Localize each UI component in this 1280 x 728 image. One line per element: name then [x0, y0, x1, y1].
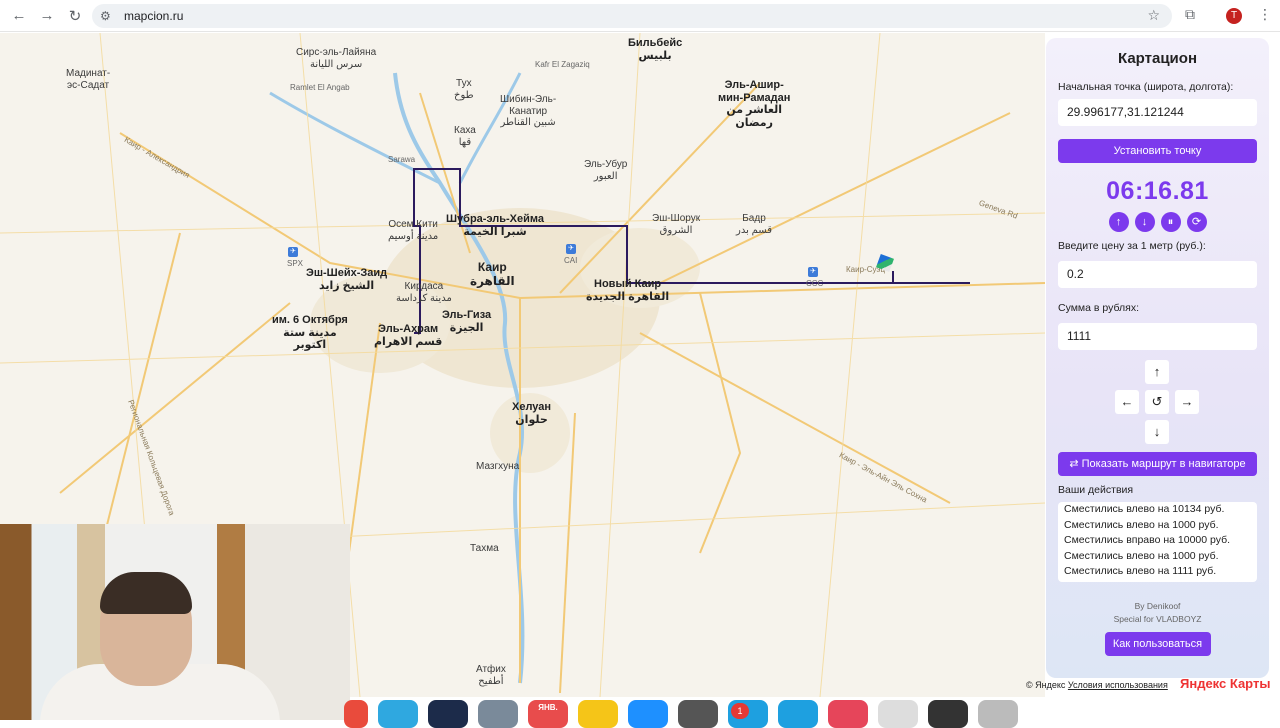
dock-app-icon[interactable] — [628, 700, 668, 728]
city-label-ubur: Эль-Убур العبور — [584, 159, 628, 182]
dock-app-icon[interactable] — [344, 700, 368, 728]
extensions-icon[interactable]: ⧉ — [1185, 6, 1195, 23]
move-down-button[interactable]: ↓ — [1145, 420, 1169, 444]
pause-icon[interactable]: ⏸ — [1160, 212, 1181, 232]
move-right-button[interactable]: → — [1175, 390, 1199, 414]
start-point-input[interactable]: 29.996177,31.121244 — [1058, 99, 1257, 126]
city-label-tahma: Тахма — [470, 543, 499, 554]
credit-author: By Denikoof — [1134, 601, 1181, 611]
city-label-helwan: Хелуан حلوان — [512, 401, 552, 426]
actions-label: Ваши действия — [1058, 484, 1134, 496]
notification-badge: 1 — [731, 703, 749, 719]
city-label-mazghuna: Мазгхуна — [476, 461, 520, 472]
back-icon[interactable]: ← — [6, 3, 32, 29]
city-label-sheikh: Эш-Шейх-Заид الشيخ زايد — [306, 267, 388, 292]
city-label-madinat: Мадинат-эс-Садат — [66, 68, 111, 91]
action-item: Сместились вправо на 10000 руб. — [1064, 534, 1231, 547]
city-label-cairo: Каир القاهرة — [470, 260, 515, 288]
city-label-october: им. 6 Октября مدينة ستة اكتوبر — [272, 314, 348, 352]
action-item: Сместились влево на 1000 руб. — [1064, 518, 1219, 531]
dock-app-icon[interactable] — [378, 700, 418, 728]
webcam-person-hair — [100, 572, 192, 614]
city-label-badr: Бадр قسم بدر — [736, 213, 772, 236]
browser-toolbar: ← → ↻ ⚙ mapcion.ru ☆ ⧉ T ⋮ — [0, 0, 1280, 32]
terms-link[interactable]: Условия использования — [1068, 680, 1168, 690]
sum-label: Сумма в рублях: — [1058, 302, 1140, 314]
arrow-up-circle-icon[interactable]: ↑ — [1108, 212, 1129, 232]
city-label-bilbeis: Бильбейс بلبيس — [628, 37, 683, 62]
city-label-shorouk: Эш-Шорук الشروق — [652, 213, 701, 236]
dock-app-icon[interactable] — [878, 700, 918, 728]
city-label-kirdasa: Кирдаса مدينة كرداسة — [396, 281, 452, 304]
move-left-button[interactable]: ← — [1115, 390, 1139, 414]
action-item: Сместились влево на 1000 руб. — [1064, 549, 1219, 562]
route-icon: ⇄ — [1069, 458, 1082, 470]
label-ramlet: Ramlet El Angab — [290, 83, 350, 92]
webcam-overlay — [0, 524, 350, 720]
city-label-shibin: Шибин-Эль- Канатир شبين القناطر — [500, 94, 557, 128]
sum-input[interactable]: 1111 — [1058, 323, 1257, 350]
dock-app-icon[interactable] — [928, 700, 968, 728]
city-label-ahram: Эль-Ахрам قسم الاهرام — [374, 323, 443, 348]
move-up-button[interactable]: ↑ — [1145, 360, 1169, 384]
airport-icon-ccc: ✈ — [808, 267, 818, 277]
reload-icon[interactable]: ↻ — [62, 3, 88, 29]
forward-icon[interactable]: → — [34, 3, 60, 29]
direction-pad: ↑ ← ↺ → ↓ — [1058, 360, 1257, 452]
arrow-down-circle-icon[interactable]: ↓ — [1134, 212, 1155, 232]
menu-more-icon[interactable]: ⋮ — [1258, 6, 1272, 23]
reset-position-button[interactable]: ↺ — [1145, 390, 1169, 414]
airport-label-ccc: CCC — [806, 279, 824, 288]
dock: ЯНВ. — [340, 700, 1120, 728]
action-item: Сместились влево на 1111 руб. — [1064, 565, 1217, 578]
city-label-atfih: Атфих أطفيح — [476, 664, 506, 687]
timer-display: 06:16.81 — [1106, 177, 1209, 205]
city-label-ashir: Эль-Ашир-мин-Рамадан العاشر من رمضان — [718, 79, 791, 129]
price-input[interactable]: 0.2 — [1058, 261, 1257, 288]
timer-controls: ↑ ↓ ⏸ ⟳ — [1058, 212, 1257, 232]
start-point-label: Начальная точка (широта, долгота): — [1058, 81, 1234, 93]
dock-app-icon[interactable] — [428, 700, 468, 728]
show-route-navigator-button[interactable]: ⇄ Показать маршрут в навигаторе — [1058, 452, 1257, 476]
dock-app-icon[interactable] — [678, 700, 718, 728]
label-sarawa: Sarawa — [388, 155, 416, 164]
action-item: Сместились влево на 10134 руб. — [1064, 503, 1225, 515]
control-panel: Картацион Начальная точка (широта, долго… — [1046, 38, 1269, 678]
city-label-osem: Осем Кити مدينة أوسيم — [388, 219, 439, 242]
trash-icon[interactable] — [978, 700, 1018, 728]
actions-log[interactable]: Сместились влево на 10134 руб. Сместилис… — [1058, 502, 1257, 582]
city-label-sirs: Сирс-эль-Лайяна سرس الليانة — [296, 47, 377, 70]
credits: By Denikoof Special for VLADBOYZ — [1058, 600, 1257, 626]
music-icon[interactable] — [828, 700, 868, 728]
price-label: Введите цену за 1 метр (руб.): — [1058, 240, 1206, 252]
credit-special: Special for VLADBOYZ — [1113, 614, 1202, 625]
how-to-use-button[interactable]: Как пользоваться — [1104, 632, 1211, 657]
airport-icon-cai: ✈ — [566, 244, 576, 254]
airport-icon-spx: ✈ — [288, 247, 298, 257]
label-kafr: Kafr El Zagaziq — [535, 60, 590, 69]
city-label-tukh: Тух طوخ — [454, 78, 474, 101]
bookmark-star-icon[interactable]: ☆ — [1147, 7, 1160, 24]
yandex-maps-logo: Яндекс Карты — [1180, 676, 1271, 691]
address-bar[interactable]: ⚙ mapcion.ru ☆ — [92, 4, 1172, 28]
city-label-shubra: Шубра-эль-Хейма شبرا الخيمة — [446, 213, 545, 238]
panel-title: Картацион — [1118, 50, 1197, 67]
refresh-icon[interactable]: ⟳ — [1186, 212, 1207, 232]
copyright-text: © Яндекс — [1026, 680, 1066, 690]
map-copyright: © Яндекс Условия использования — [1026, 680, 1168, 690]
airport-label-cai: CAI — [564, 256, 578, 265]
airport-label-spx: SPX — [287, 259, 304, 268]
url-text: mapcion.ru — [124, 9, 184, 23]
city-label-new-cairo: Новый Каир القاهرة الجديدة — [586, 278, 670, 303]
navigator-button-label: Показать маршрут в навигаторе — [1081, 458, 1246, 470]
set-point-button[interactable]: Установить точку — [1058, 139, 1257, 163]
dock-app-icon[interactable] — [478, 700, 518, 728]
city-label-giza: Эль-Гиза الجيزة — [442, 309, 492, 334]
notes-icon[interactable] — [578, 700, 618, 728]
city-label-qaha: Каха قها — [454, 125, 476, 148]
profile-avatar[interactable]: T — [1226, 8, 1242, 24]
dock-app-icon[interactable] — [778, 700, 818, 728]
calendar-icon[interactable]: ЯНВ. — [528, 700, 568, 728]
site-settings-icon[interactable]: ⚙ — [100, 9, 118, 23]
